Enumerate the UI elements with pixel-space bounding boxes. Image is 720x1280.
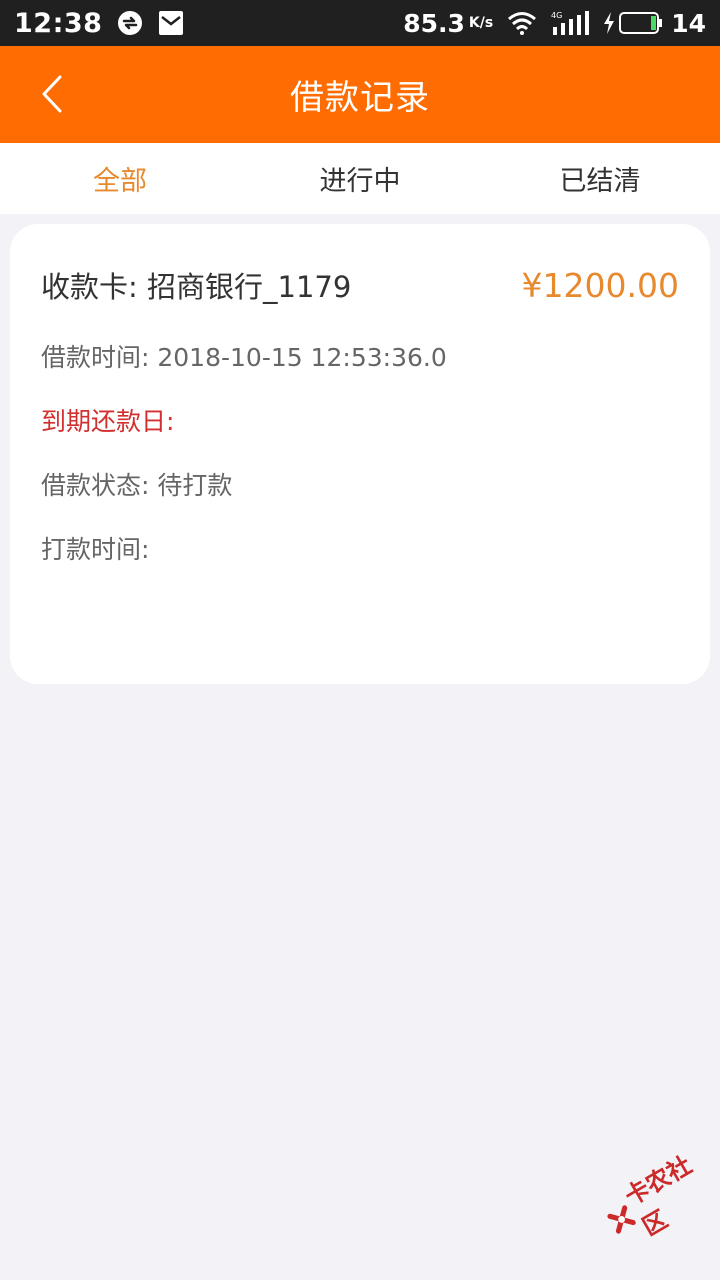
status-time: 12:38 bbox=[14, 7, 103, 39]
wifi-icon bbox=[507, 11, 537, 35]
network-speed-unit: K/s bbox=[468, 15, 494, 31]
sync-icon bbox=[116, 9, 144, 37]
tab-in-progress[interactable]: 进行中 bbox=[240, 143, 480, 214]
card-header-row: 收款卡: 招商银行_1179 ¥1200.00 bbox=[41, 264, 679, 306]
loan-amount: ¥1200.00 bbox=[521, 265, 679, 305]
watermark: 卡农社区 bbox=[595, 1141, 720, 1256]
loan-record-card[interactable]: 收款卡: 招商银行_1179 ¥1200.00 借款时间: 2018-10-15… bbox=[10, 224, 710, 684]
mail-icon bbox=[158, 10, 184, 36]
network-type: 4G bbox=[551, 11, 562, 20]
loan-status: 借款状态: 待打款 bbox=[41, 471, 233, 500]
cellular-signal-icon: 4G bbox=[551, 10, 590, 36]
receiving-card: 收款卡: 招商银行_1179 bbox=[41, 270, 352, 304]
loan-time: 借款时间: 2018-10-15 12:53:36.0 bbox=[41, 343, 447, 372]
tab-all[interactable]: 全部 bbox=[0, 143, 240, 214]
status-bar: 12:38 85.3 K/s 4G 14 bbox=[0, 0, 720, 46]
charging-icon bbox=[603, 12, 615, 34]
app-header: 借款记录 bbox=[0, 46, 720, 143]
payout-time: 打款时间: bbox=[41, 535, 150, 564]
battery-icon bbox=[619, 12, 663, 34]
due-date: 到期还款日: bbox=[41, 407, 175, 436]
tab-settled[interactable]: 已结清 bbox=[480, 143, 720, 214]
page-title: 借款记录 bbox=[290, 78, 430, 118]
battery-percent: 14 bbox=[671, 8, 706, 38]
network-speed: 85.3 bbox=[403, 8, 465, 38]
tab-bar: 全部 进行中 已结清 bbox=[0, 143, 720, 214]
